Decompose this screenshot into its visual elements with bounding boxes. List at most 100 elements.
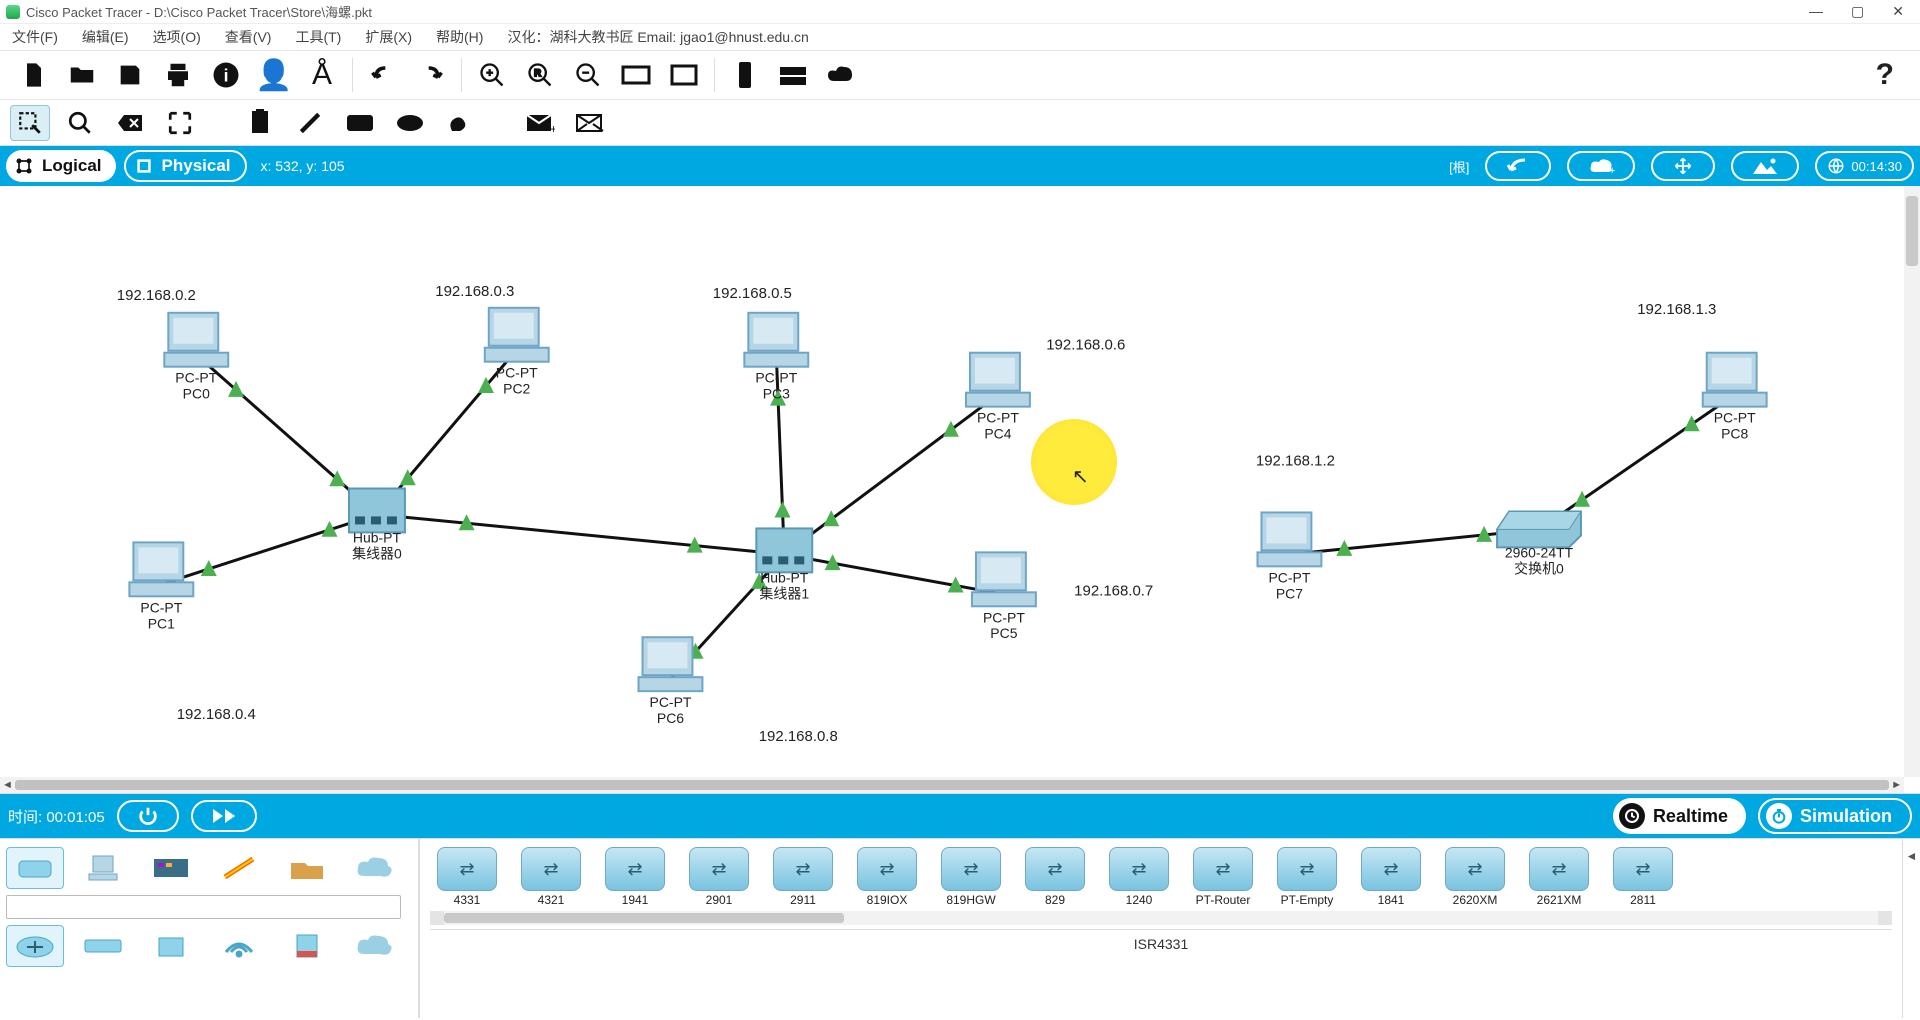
link[interactable] xyxy=(1539,395,1735,530)
device-item[interactable]: 1941 xyxy=(598,847,672,907)
draw-line-button[interactable] xyxy=(290,105,330,141)
device-item[interactable]: 2901 xyxy=(682,847,756,907)
scenario-collapse-bar[interactable]: ◄ xyxy=(1902,839,1920,1018)
subcat-hubs[interactable] xyxy=(142,925,200,967)
power-cycle-button[interactable] xyxy=(117,800,179,832)
device-item[interactable]: PT-Router xyxy=(1186,847,1260,907)
device-item[interactable]: PT-Empty xyxy=(1270,847,1344,907)
subcat-wan[interactable] xyxy=(346,925,404,967)
category-components[interactable] xyxy=(142,847,200,889)
category-end-devices[interactable] xyxy=(74,847,132,889)
draw-ellipse-button[interactable] xyxy=(390,105,430,141)
activity-wizard-button[interactable]: i xyxy=(202,55,250,95)
workspace[interactable]: 192.168.0.2PC-PTPC0192.168.0.4PC-PTPC119… xyxy=(0,186,1904,777)
device-item[interactable]: 2811 xyxy=(1606,847,1680,907)
pc2[interactable]: PC-PTPC2 xyxy=(485,308,549,397)
menu-help[interactable]: 帮助(H) xyxy=(436,27,483,47)
menu-view[interactable]: 查看(V) xyxy=(225,27,272,47)
save-file-button[interactable] xyxy=(106,55,154,95)
subcat-routers[interactable] xyxy=(6,925,64,967)
add-simple-pdu-button[interactable]: + xyxy=(520,105,560,141)
menu-edit[interactable]: 编辑(E) xyxy=(82,27,129,47)
network-controller-button[interactable] xyxy=(769,55,817,95)
device-template-button[interactable] xyxy=(721,55,769,95)
resize-tool-button[interactable] xyxy=(160,105,200,141)
draw-rect-button[interactable] xyxy=(340,105,380,141)
pc0[interactable]: PC-PTPC0 xyxy=(164,313,228,402)
hub0[interactable]: Hub-PT集线器0 xyxy=(349,488,405,561)
print-button[interactable] xyxy=(154,55,202,95)
device-item[interactable]: 2620XM xyxy=(1438,847,1512,907)
open-file-button[interactable] xyxy=(58,55,106,95)
copy-button[interactable]: 👤 xyxy=(250,55,298,95)
category-miscellaneous[interactable] xyxy=(278,847,336,889)
zoom-out-button[interactable] xyxy=(564,55,612,95)
menu-extensions[interactable]: 扩展(X) xyxy=(365,27,412,47)
minimize-button[interactable]: — xyxy=(1809,3,1823,20)
undo-button[interactable] xyxy=(359,55,407,95)
sw0[interactable]: 2960-24TT交换机0 xyxy=(1497,511,1581,576)
fast-forward-button[interactable] xyxy=(191,800,257,832)
inspect-tool-button[interactable] xyxy=(60,105,100,141)
device-strip-scrollbar[interactable] xyxy=(430,911,1892,925)
delete-tool-button[interactable] xyxy=(110,105,150,141)
new-file-button[interactable] xyxy=(10,55,58,95)
help-button[interactable]: ? xyxy=(1876,58,1910,92)
device-item[interactable]: 4331 xyxy=(430,847,504,907)
topology-canvas[interactable]: 192.168.0.2PC-PTPC0192.168.0.4PC-PTPC119… xyxy=(0,186,1904,777)
add-complex-pdu-button[interactable] xyxy=(570,105,610,141)
physical-view-tab[interactable]: Physical xyxy=(124,150,247,182)
environment-time[interactable]: 00:14:30 xyxy=(1815,151,1914,181)
select-tool-button[interactable] xyxy=(10,105,50,141)
pc8[interactable]: PC-PTPC8 xyxy=(1703,353,1767,442)
device-item[interactable]: 2621XM xyxy=(1522,847,1596,907)
category-network-devices[interactable] xyxy=(6,847,64,889)
device-item[interactable]: 4321 xyxy=(514,847,588,907)
zoom-reset-button[interactable]: R xyxy=(516,55,564,95)
paste-button[interactable]: Å xyxy=(298,55,346,95)
hub1[interactable]: Hub-PT集线器1 xyxy=(756,528,812,601)
subcat-wireless[interactable] xyxy=(210,925,268,967)
simulation-mode-tab[interactable]: Simulation xyxy=(1758,798,1912,834)
nav-back-button[interactable] xyxy=(1485,151,1551,181)
device-item[interactable]: 1841 xyxy=(1354,847,1428,907)
pc3[interactable]: PC-PTPC3 xyxy=(744,313,808,402)
menu-file[interactable]: 文件(F) xyxy=(12,27,58,47)
place-note-button[interactable] xyxy=(240,105,280,141)
menu-tools[interactable]: 工具(T) xyxy=(295,27,341,47)
draw-freeform-button[interactable] xyxy=(440,105,480,141)
zoom-in-button[interactable] xyxy=(468,55,516,95)
realtime-mode-tab[interactable]: Realtime xyxy=(1613,798,1746,834)
subcat-security[interactable] xyxy=(278,925,336,967)
maximize-button[interactable]: ▢ xyxy=(1851,3,1864,20)
logical-view-tab[interactable]: Logical xyxy=(6,150,116,182)
category-multiuser[interactable] xyxy=(346,847,404,889)
redo-button[interactable] xyxy=(407,55,455,95)
drawing-palette-button[interactable] xyxy=(612,55,660,95)
link[interactable] xyxy=(784,395,998,555)
pc5[interactable]: PC-PTPC5 xyxy=(972,552,1036,641)
set-background-button[interactable] xyxy=(1731,151,1799,181)
move-object-button[interactable] xyxy=(1651,151,1715,181)
pc1[interactable]: PC-PTPC1 xyxy=(129,542,193,631)
workspace-vertical-scrollbar[interactable] xyxy=(1904,186,1920,777)
pc4[interactable]: PC-PTPC4 xyxy=(966,353,1030,442)
custom-devices-button[interactable] xyxy=(660,55,708,95)
workspace-horizontal-scrollbar[interactable]: ◄► xyxy=(0,777,1904,793)
category-connections[interactable] xyxy=(210,847,268,889)
device-item[interactable]: 819HGW xyxy=(934,847,1008,907)
new-cluster-button[interactable]: + xyxy=(1567,151,1635,181)
device-search-input[interactable] xyxy=(6,895,401,919)
device-item[interactable]: 2911 xyxy=(766,847,840,907)
link[interactable] xyxy=(784,554,1004,594)
menu-options[interactable]: 选项(O) xyxy=(153,27,201,47)
pc6[interactable]: PC-PTPC6 xyxy=(639,637,703,726)
link[interactable] xyxy=(377,514,784,554)
device-item[interactable]: 829 xyxy=(1018,847,1092,907)
iot-button[interactable] xyxy=(817,55,865,95)
link[interactable] xyxy=(161,514,377,584)
close-button[interactable]: ✕ xyxy=(1892,3,1904,20)
subcat-switches[interactable] xyxy=(74,925,132,967)
pc7[interactable]: PC-PTPC7 xyxy=(1257,512,1321,601)
device-item[interactable]: 1240 xyxy=(1102,847,1176,907)
